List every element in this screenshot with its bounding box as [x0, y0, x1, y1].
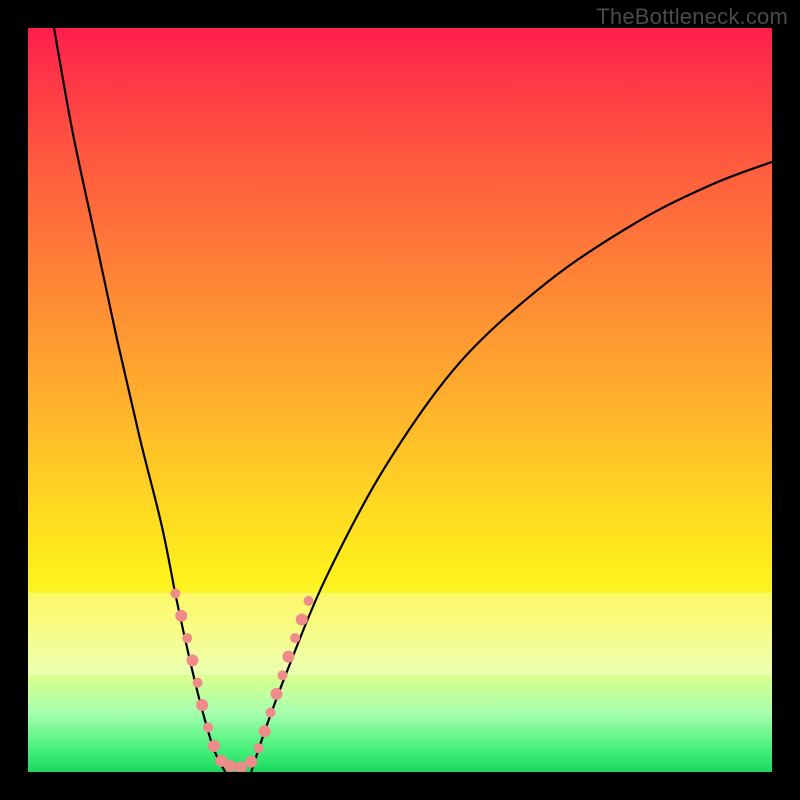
bead	[193, 678, 203, 688]
left-branch-curve	[54, 28, 225, 772]
bead	[175, 610, 187, 622]
bead	[203, 722, 213, 732]
bead	[303, 596, 313, 606]
bead	[224, 760, 236, 772]
right-branch-curve	[251, 162, 772, 772]
bead	[245, 756, 257, 768]
bead	[235, 762, 247, 772]
bead	[196, 699, 208, 711]
bead	[266, 707, 276, 717]
watermark-text: TheBottleneck.com	[596, 4, 788, 30]
bead	[182, 633, 192, 643]
bead	[170, 588, 180, 598]
bead	[282, 651, 294, 663]
bead-cluster	[170, 588, 313, 772]
chart-frame: TheBottleneck.com	[0, 0, 800, 800]
bead	[186, 654, 198, 666]
bead	[254, 743, 264, 753]
bead	[296, 613, 308, 625]
bead	[290, 633, 300, 643]
bead	[259, 725, 271, 737]
bead	[208, 740, 220, 752]
plot-area	[28, 28, 772, 772]
bead	[270, 688, 282, 700]
bead	[277, 670, 287, 680]
curve-layer	[28, 28, 772, 772]
